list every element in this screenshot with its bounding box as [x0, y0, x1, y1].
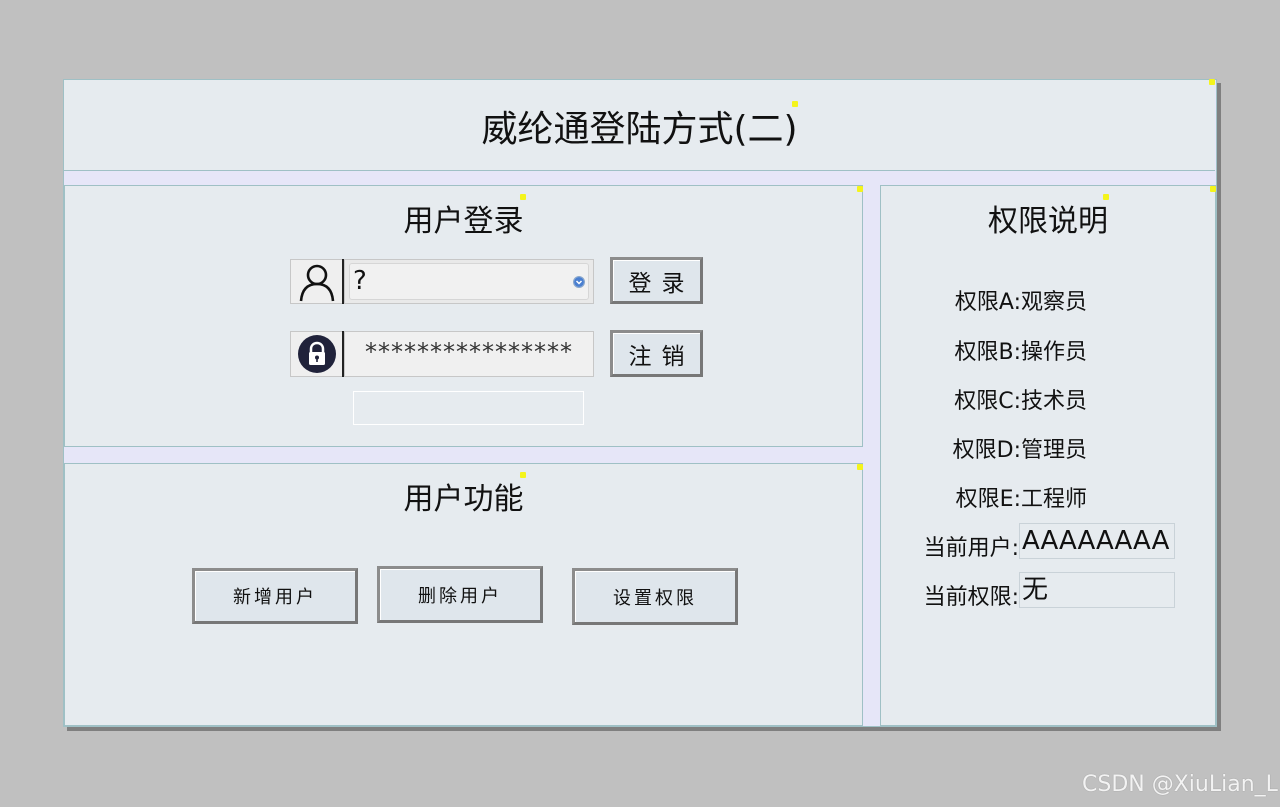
login-message-box: [353, 391, 584, 425]
watermark-text: CSDN @XiuLian_L: [1082, 772, 1278, 797]
add-user-button[interactable]: 新增用户: [192, 568, 358, 624]
login-button[interactable]: 登录: [610, 257, 703, 304]
set-rights-button[interactable]: 设置权限: [572, 568, 738, 625]
role-a-value: 观察员: [1021, 290, 1088, 315]
password-value: ****************: [365, 338, 573, 366]
lock-icon: [298, 335, 336, 373]
function-panel: 用户功能 新增用户 删除用户 设置权限: [64, 463, 863, 726]
object-marker: [1103, 194, 1109, 200]
role-c-label: 权限C:: [954, 389, 1021, 414]
current-user-value: AAAAAAAA: [1019, 523, 1175, 559]
object-marker: [1209, 79, 1215, 85]
object-marker: [1210, 186, 1216, 192]
current-user-label: 当前用户:: [923, 536, 1019, 561]
role-b-value: 操作员: [1021, 340, 1088, 365]
user-icon: [299, 264, 335, 301]
role-b-label: 权限B:: [954, 340, 1021, 365]
login-panel-title: 用户登录: [403, 204, 524, 239]
user-icon-box: [290, 259, 344, 304]
object-marker: [857, 186, 863, 192]
delete-user-button[interactable]: 删除用户: [377, 566, 543, 623]
rights-panel: 权限说明 权限A: 观察员 权限B: 操作员 权限C: 技术员 权限D: 管理员…: [880, 185, 1216, 726]
role-a-label: 权限A:: [954, 290, 1021, 315]
password-input[interactable]: ****************: [344, 331, 594, 377]
function-panel-title: 用户功能: [403, 482, 524, 517]
username-value: ?: [353, 266, 367, 296]
rights-panel-title: 权限说明: [988, 204, 1108, 239]
username-select[interactable]: ?: [344, 259, 594, 304]
role-c-value: 技术员: [1021, 389, 1088, 414]
lock-icon-box: [290, 331, 344, 377]
login-panel: 用户登录 ? 登录 **************** 注销: [64, 185, 863, 447]
dropdown-icon[interactable]: [573, 276, 585, 288]
page-title: 威纶通登陆方式(二): [481, 108, 798, 150]
role-d-label: 权限D:: [952, 438, 1021, 463]
role-e-label: 权限E:: [955, 487, 1021, 512]
logout-button[interactable]: 注销: [610, 330, 703, 377]
object-marker: [792, 101, 798, 107]
object-marker: [520, 194, 526, 200]
current-right-label: 当前权限:: [923, 585, 1019, 610]
object-marker: [857, 464, 863, 470]
current-right-value: 无: [1019, 572, 1175, 608]
role-d-value: 管理员: [1021, 438, 1088, 463]
role-e-value: 工程师: [1021, 487, 1088, 512]
object-marker: [520, 472, 526, 478]
header-bar: 威纶通登陆方式(二): [64, 80, 1215, 171]
